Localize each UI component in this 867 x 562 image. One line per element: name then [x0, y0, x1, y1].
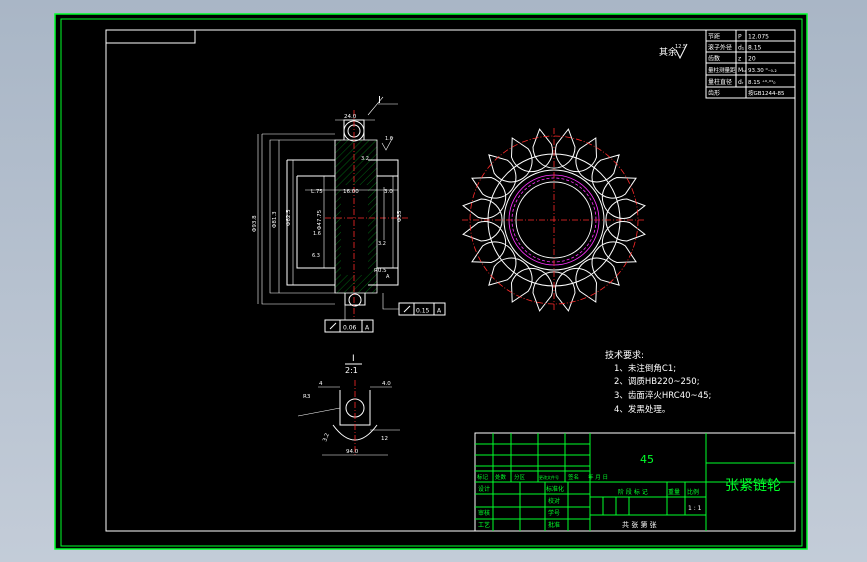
dim-outer-diameter: Φ93.8: [252, 215, 258, 232]
weight-label: 重量: [668, 488, 680, 496]
svg-text:处数: 处数: [495, 473, 507, 481]
verify-label: 校对: [548, 497, 560, 505]
param-value-0: 12.075: [748, 34, 769, 41]
drawing-background: [54, 13, 808, 550]
param-value-3: 93.30 ⁰₋₀.₂: [748, 67, 777, 74]
svg-text:分区: 分区: [514, 473, 526, 481]
param-symbol-4: dᵣ: [738, 79, 744, 86]
svg-text:签名: 签名: [568, 473, 579, 481]
dim-right-diameter: Φ35: [397, 210, 403, 222]
param-label-0: 节距: [708, 33, 720, 41]
svg-text:标记: 标记: [477, 473, 489, 481]
tech-req-item-2: 2、调质HB220~250;: [614, 376, 700, 387]
svg-text:更改文件号: 更改文件号: [539, 474, 559, 480]
approve-label: 批准: [548, 521, 560, 529]
param-label-4: 量柱直径: [708, 78, 732, 86]
material-cell: 45: [640, 453, 654, 466]
tech-req-item-1: 1、未注倒角C1;: [614, 363, 676, 374]
student-no-label: 学号: [548, 509, 560, 517]
detail-dim-r: R3: [303, 394, 311, 400]
detail-view-scale: 2:1: [345, 366, 358, 375]
detail-dim-right: 4.0: [382, 381, 391, 387]
dim-bore-diameter: Φ47.75: [317, 209, 323, 230]
tech-req-item-3: 3、齿面淬火HRC40~45;: [614, 390, 711, 401]
dim-length: L.75: [311, 189, 323, 195]
dim-top-width: 24.0: [344, 114, 357, 120]
svg-text:年 月 日: 年 月 日: [588, 473, 608, 481]
param-label-1: 滚子外径: [708, 44, 732, 52]
section-detail-label: I: [378, 95, 381, 106]
part-name: 张紧链轮: [725, 478, 781, 494]
cad-viewport[interactable]: 节距 P 12.075 滚子外径 d₁ 8.15 齿数 z 20 量柱测量距 M…: [0, 0, 867, 562]
param-label-3: 量柱测量距: [708, 66, 736, 74]
param-value-1: 8.15: [748, 45, 762, 52]
param-symbol-0: P: [738, 34, 742, 41]
designer-label: 设计: [478, 485, 490, 493]
dim-root-diameter: Φ81.3: [272, 211, 278, 228]
sprocket-front-view: [462, 128, 646, 312]
detail-dim-angle: 12: [381, 436, 388, 442]
roughness-5: 6.3: [312, 253, 320, 259]
svg-text:0.15: 0.15: [416, 308, 430, 315]
svg-text:0.06: 0.06: [343, 325, 357, 332]
detail-dim-bottom: 94.0: [346, 449, 359, 455]
param-value-2: 20: [748, 56, 756, 63]
roughness-4: 3.2: [378, 241, 386, 247]
cad-drawing-canvas[interactable]: 节距 P 12.075 滚子外径 d₁ 8.15 齿数 z 20 量柱测量距 M…: [0, 0, 867, 562]
param-symbol-2: z: [738, 56, 741, 63]
hub-bore-blank: [341, 185, 368, 275]
tech-req-item-4: 4、发黑处理。: [614, 404, 670, 415]
reviewer-label: 审核: [478, 509, 490, 517]
roughness-3: 1.6: [313, 231, 321, 237]
dim-hub-length: 16.00: [343, 189, 359, 195]
standardization-label: 标准化: [546, 485, 564, 493]
dim-chamfer: 3.0: [384, 189, 393, 195]
param-symbol-3: Mᵤ: [738, 67, 746, 74]
scale-value: 1 : 1: [688, 505, 702, 512]
detail-view-label: I: [352, 354, 355, 364]
dim-hub-diameter: Φ62.5: [286, 209, 292, 226]
stage-label: 阶 段 标 记: [618, 488, 648, 496]
roughness-2: 3.2: [361, 156, 369, 162]
param-label-5: 齿形: [708, 89, 720, 97]
process-label: 工艺: [478, 521, 490, 529]
detail-dim-width: 4: [319, 381, 323, 387]
datum-label: A: [386, 274, 390, 280]
scale-label: 比例: [687, 488, 699, 496]
param-value-5: 按GB1244-85: [748, 89, 785, 97]
sheet-text: 共 张 第 张: [622, 520, 657, 529]
param-symbol-1: d₁: [738, 45, 745, 52]
param-value-4: 8.15 ⁺⁰·⁰¹₀: [748, 79, 776, 86]
param-label-2: 齿数: [708, 55, 720, 63]
tech-req-title: 技术要求:: [605, 349, 644, 361]
